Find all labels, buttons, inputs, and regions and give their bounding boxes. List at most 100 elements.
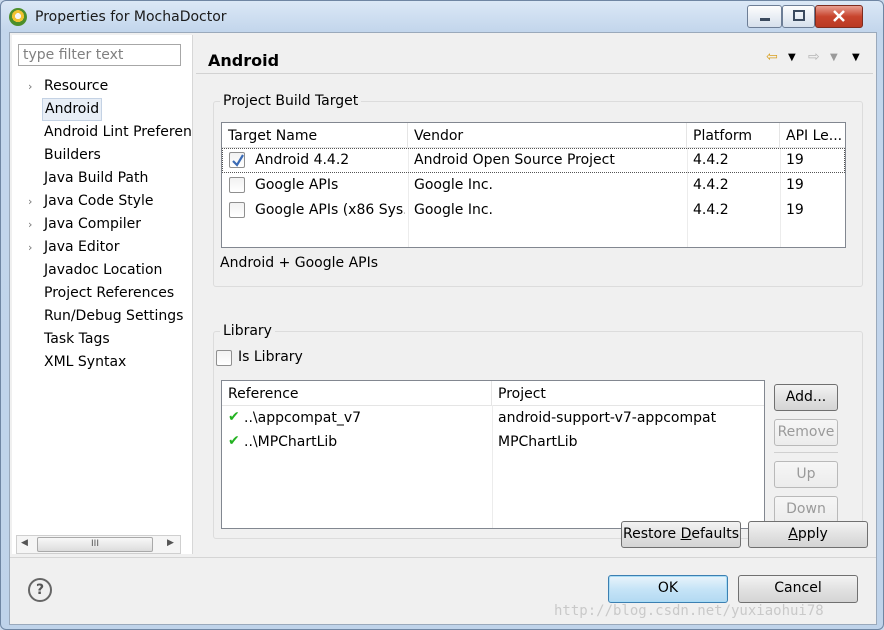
sidebar-item-label: Resource xyxy=(44,78,109,94)
table-cell: ..\MPChartLib xyxy=(244,434,338,450)
scroll-left-arrow-icon[interactable]: ◀ xyxy=(21,538,28,548)
footer-divider xyxy=(10,557,876,558)
add-button[interactable]: Add... xyxy=(774,384,838,411)
preference-sidebar: › Resource Android Android Lint Preferen Bui… xyxy=(12,35,193,554)
eclipse-app-icon xyxy=(9,8,27,26)
page-title: Android xyxy=(208,51,280,70)
table-cell: 19 xyxy=(786,202,804,218)
close-button[interactable] xyxy=(815,5,863,28)
table-cell: Google Inc. xyxy=(414,177,493,193)
back-menu-chevron-down-icon[interactable]: ▼ xyxy=(788,52,796,63)
is-library-checkbox[interactable] xyxy=(216,350,232,366)
sidebar-item[interactable]: Android Lint Preferen xyxy=(12,121,192,144)
remove-button[interactable]: Remove xyxy=(774,419,838,446)
target-description: Android + Google APIs xyxy=(220,255,379,271)
table-cell: Android 4.4.2 xyxy=(255,152,350,168)
sidebar-item[interactable]: Java Build Path xyxy=(12,167,192,190)
table-cell: 19 xyxy=(786,152,804,168)
table-row[interactable]: Google APIs (x86 Sys... Google Inc. 4.4.2 1… xyxy=(222,198,845,223)
sidebar-item-label: Java Code Style xyxy=(44,193,154,209)
table-cell: ..\appcompat_v7 xyxy=(244,410,362,426)
apply-mnemonic: A xyxy=(788,526,798,542)
column-header[interactable]: Reference xyxy=(222,381,492,405)
table-header: Reference Project xyxy=(222,381,764,406)
apply-label-part: pply xyxy=(797,526,828,542)
expand-chevron-right-icon[interactable]: › xyxy=(28,190,32,213)
build-target-table[interactable]: Target Name Vendor Platform API Le... An… xyxy=(221,122,846,248)
restore-defaults-label-part: Restore xyxy=(622,526,681,542)
sidebar-item-label: Android Lint Preferen xyxy=(44,124,192,140)
sidebar-item[interactable]: › Java Editor xyxy=(12,236,192,259)
restore-defaults-mnemonic: D xyxy=(680,526,692,542)
valid-check-icon: ✔ xyxy=(228,433,240,449)
target-checkbox[interactable] xyxy=(229,152,245,168)
sidebar-item-label: Javadoc Location xyxy=(44,262,163,278)
view-menu-chevron-down-icon[interactable]: ▼ xyxy=(852,52,860,63)
property-page: Android ⇦ ▼ ⇨ ▼ ▼ Project Build Target T… xyxy=(196,35,873,554)
sidebar-item[interactable]: Javadoc Location xyxy=(12,259,192,282)
maximize-button[interactable] xyxy=(782,5,815,28)
column-header[interactable]: API Le... xyxy=(780,123,845,147)
table-header: Target Name Vendor Platform API Le... xyxy=(222,123,845,148)
sidebar-item-label: Android xyxy=(42,98,103,121)
restore-defaults-label-part: efaults xyxy=(691,526,740,542)
ok-button[interactable]: OK xyxy=(608,575,728,603)
column-header[interactable]: Vendor xyxy=(408,123,687,147)
cancel-button[interactable]: Cancel xyxy=(738,575,858,603)
filter-input[interactable] xyxy=(18,44,181,66)
project-build-target-group: Project Build Target Target Name Vendor … xyxy=(213,93,863,287)
up-button[interactable]: Up xyxy=(774,461,838,488)
table-row[interactable]: ✔ ..\appcompat_v7 android-support-v7-appco… xyxy=(222,406,764,431)
expand-chevron-right-icon[interactable]: › xyxy=(28,75,32,98)
sidebar-item[interactable]: XML Syntax xyxy=(12,351,192,374)
library-reference-table[interactable]: Reference Project ✔ ..\appcompat_v7 androi… xyxy=(221,380,765,529)
scroll-right-arrow-icon[interactable]: ▶ xyxy=(167,538,174,548)
sidebar-item[interactable]: Run/Debug Settings xyxy=(12,305,192,328)
sidebar-item[interactable]: Builders xyxy=(12,144,192,167)
sidebar-item[interactable]: Task Tags xyxy=(12,328,192,351)
table-cell: Google APIs xyxy=(255,177,339,193)
minimize-button[interactable] xyxy=(747,5,782,28)
table-cell: Android Open Source Project xyxy=(414,152,615,168)
forward-arrow-icon[interactable]: ⇨ xyxy=(808,49,820,65)
sidebar-item[interactable]: › Java Code Style xyxy=(12,190,192,213)
sidebar-item-label: XML Syntax xyxy=(44,354,127,370)
scrollbar-thumb[interactable]: III xyxy=(37,537,153,552)
back-arrow-icon[interactable]: ⇦ xyxy=(766,49,778,65)
table-cell: Google APIs (x86 Sys... xyxy=(255,202,405,218)
target-checkbox[interactable] xyxy=(229,177,245,193)
group-title: Project Build Target xyxy=(220,93,362,109)
expand-chevron-right-icon[interactable]: › xyxy=(28,213,32,236)
table-cell: MPChartLib xyxy=(498,434,578,450)
sidebar-item[interactable]: Android xyxy=(12,98,192,121)
help-icon[interactable]: ? xyxy=(28,578,52,602)
column-header[interactable]: Project xyxy=(492,381,764,405)
table-cell: 4.4.2 xyxy=(693,152,729,168)
expand-chevron-right-icon[interactable]: › xyxy=(28,236,32,259)
watermark-text: http://blog.csdn.net/yuxiaohui78 xyxy=(554,603,824,619)
restore-defaults-button[interactable]: Restore Defaults xyxy=(621,521,741,548)
down-button[interactable]: Down xyxy=(774,496,838,523)
group-title: Library xyxy=(220,323,275,339)
sidebar-item-label: Builders xyxy=(44,147,101,163)
sidebar-item[interactable]: Project References xyxy=(12,282,192,305)
column-header[interactable]: Platform xyxy=(687,123,780,147)
table-row[interactable]: Google APIs Google Inc. 4.4.2 19 xyxy=(222,173,845,198)
title-bar[interactable]: Properties for MochaDoctor xyxy=(1,1,883,33)
table-row[interactable]: ✔ ..\MPChartLib MPChartLib xyxy=(222,430,764,455)
sidebar-item-label: Run/Debug Settings xyxy=(44,308,184,324)
apply-button[interactable]: Apply xyxy=(748,521,868,548)
is-library-label: Is Library xyxy=(238,349,303,365)
forward-menu-chevron-down-icon[interactable]: ▼ xyxy=(830,52,838,63)
table-row[interactable]: Android 4.4.2 Android Open Source Project… xyxy=(222,148,845,173)
column-header[interactable]: Target Name xyxy=(222,123,408,147)
sidebar-horizontal-scrollbar[interactable]: ◀ III ▶ xyxy=(16,535,181,554)
properties-dialog: Properties for MochaDoctor › Resource Andr… xyxy=(0,0,884,630)
valid-check-icon: ✔ xyxy=(228,409,240,425)
sidebar-item[interactable]: › Java Compiler xyxy=(12,213,192,236)
table-cell: Google Inc. xyxy=(414,202,493,218)
target-checkbox[interactable] xyxy=(229,202,245,218)
sidebar-item[interactable]: › Resource xyxy=(12,75,192,98)
table-cell: 4.4.2 xyxy=(693,202,729,218)
maximize-icon xyxy=(792,10,805,21)
